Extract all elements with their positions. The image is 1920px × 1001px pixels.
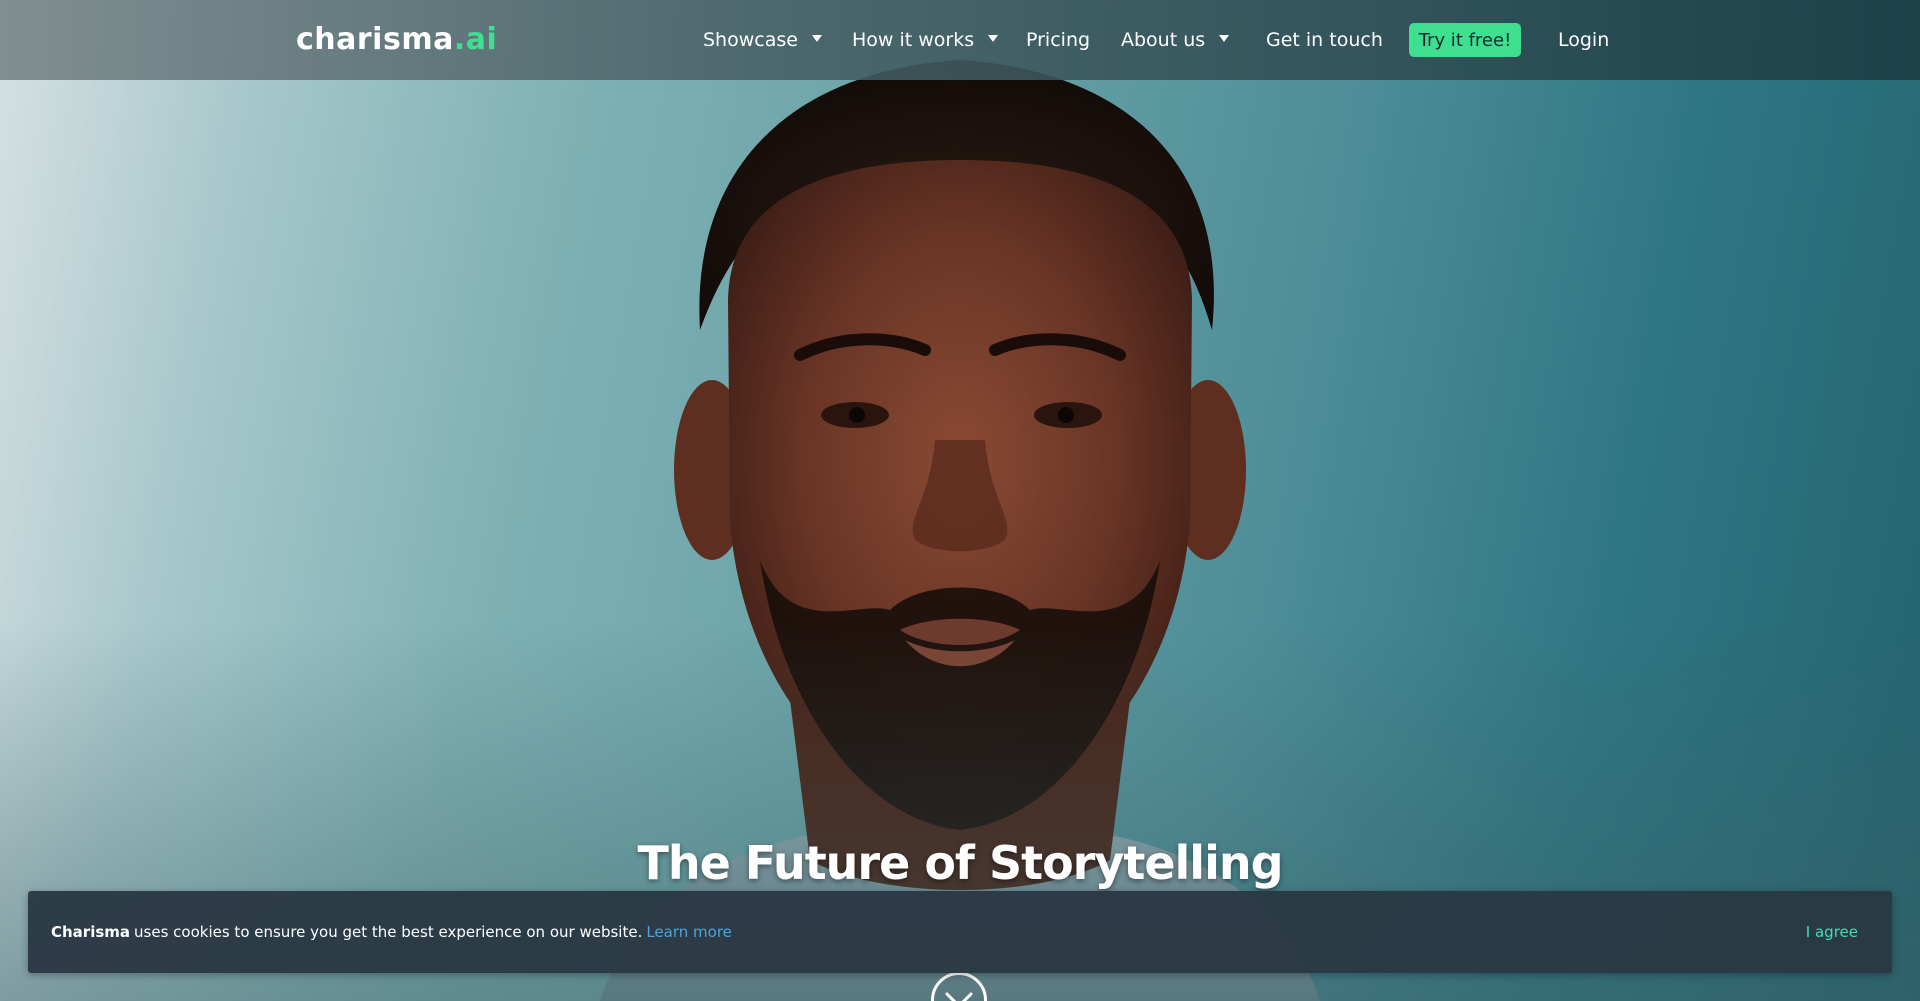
nav-label: Pricing <box>1026 29 1091 51</box>
nav-item-how-it-works[interactable]: How it works <box>852 0 999 80</box>
nav-item-about-us[interactable]: About us <box>1121 0 1230 80</box>
cookie-banner: Charisma uses cookies to ensure you get … <box>28 891 1892 973</box>
caret-down-icon <box>1219 34 1230 42</box>
chevron-down-icon <box>945 992 973 1001</box>
cookie-message-row: Charisma uses cookies to ensure you get … <box>51 891 732 973</box>
logo-text: charisma <box>296 22 454 57</box>
hero-headline: The Future of Storytelling <box>637 836 1283 890</box>
charisma-logo[interactable]: charisma.ai <box>296 22 497 57</box>
cookie-brand: Charisma <box>51 923 131 941</box>
logo-accent-text: .ai <box>453 22 498 57</box>
caret-down-icon <box>988 34 999 42</box>
nav-label: Get in touch <box>1266 29 1383 51</box>
learn-more-link[interactable]: Learn more <box>646 923 732 941</box>
login-label: Login <box>1558 29 1610 51</box>
nav-item-showcase[interactable]: Showcase <box>703 0 822 80</box>
nav-item-pricing[interactable]: Pricing <box>1026 0 1090 80</box>
nav-item-get-in-touch[interactable]: Get in touch <box>1266 0 1383 80</box>
try-it-free-button[interactable]: Try it free! <box>1409 23 1521 57</box>
login-link[interactable]: Login <box>1558 0 1609 80</box>
nav-label: Showcase <box>703 29 798 51</box>
nav-label: About us <box>1121 29 1206 51</box>
page: charisma.ai Showcase How it works Pricin… <box>0 0 1920 1001</box>
cookie-message: uses cookies to ensure you get the best … <box>134 923 643 941</box>
caret-down-icon <box>811 34 822 42</box>
top-navbar: charisma.ai Showcase How it works Pricin… <box>0 0 1920 80</box>
scroll-down-button[interactable] <box>931 972 987 1001</box>
nav-label: How it works <box>852 29 975 51</box>
i-agree-button[interactable]: I agree <box>1806 891 1858 973</box>
